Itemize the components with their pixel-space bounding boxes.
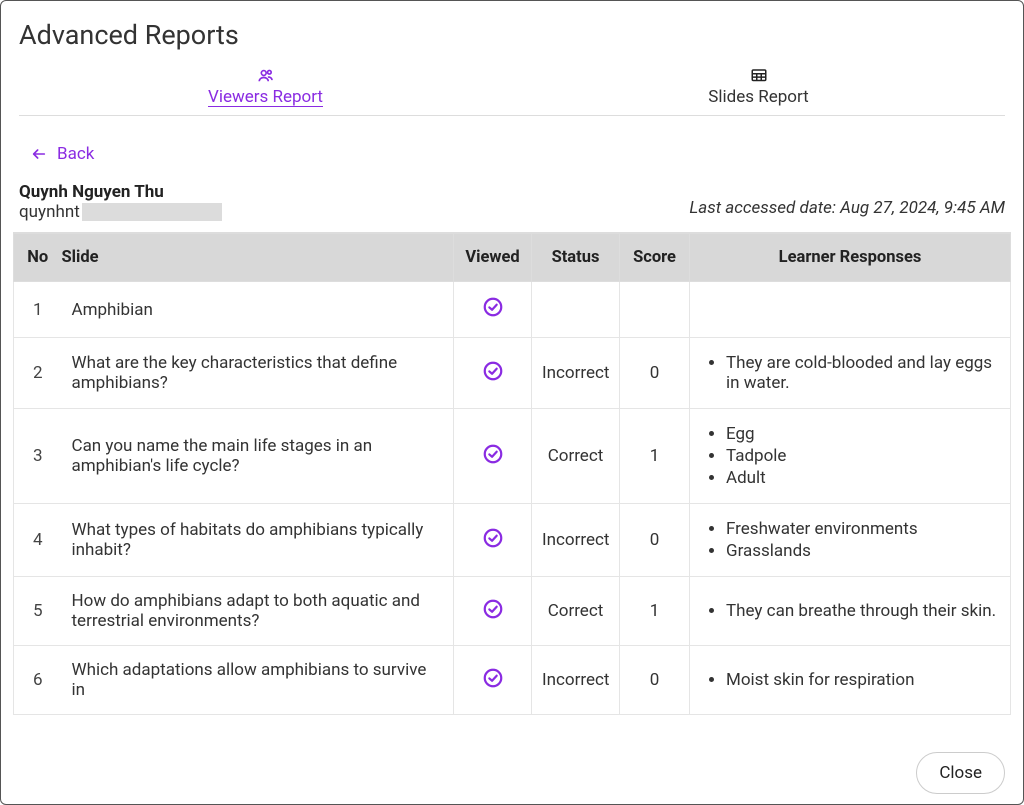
check-circle-icon: [482, 296, 504, 318]
table-row: 5How do amphibians adapt to both aquatic…: [14, 577, 1011, 646]
cell-responses: [690, 282, 1011, 338]
col-header-score: Score: [620, 234, 690, 282]
col-header-slide: Slide: [62, 234, 454, 282]
col-header-responses: Learner Responses: [690, 234, 1011, 282]
cell-score: 1: [620, 409, 690, 504]
report-table-scroll[interactable]: No Slide Viewed Status Score Learner Res…: [13, 232, 1011, 730]
table-row: 1Amphibian: [14, 282, 1011, 338]
cell-slide: Which adaptations allow amphibians to su…: [62, 646, 454, 715]
report-table: No Slide Viewed Status Score Learner Res…: [13, 233, 1011, 715]
cell-viewed: [454, 282, 532, 338]
cell-no: 4: [14, 504, 62, 577]
user-email-prefix: quynhnt: [19, 202, 80, 222]
cell-slide: Can you name the main life stages in an …: [62, 409, 454, 504]
cell-responses: Moist skin for respiration: [690, 646, 1011, 715]
cell-slide: What are the key characteristics that de…: [62, 338, 454, 409]
user-name: Quynh Nguyen Thu: [19, 182, 222, 202]
cell-score: 0: [620, 646, 690, 715]
cell-slide: Amphibian: [62, 282, 454, 338]
people-icon: [255, 67, 277, 85]
cell-no: 6: [14, 646, 62, 715]
cell-viewed: [454, 409, 532, 504]
col-header-no: No: [14, 234, 62, 282]
advanced-reports-dialog: Advanced Reports Viewers Report Slides R…: [0, 0, 1024, 805]
cell-responses: EggTadpoleAdult: [690, 409, 1011, 504]
cell-responses: They can breathe through their skin.: [690, 577, 1011, 646]
tab-label: Viewers Report: [208, 87, 323, 107]
cell-viewed: [454, 504, 532, 577]
cell-status: Correct: [532, 577, 620, 646]
response-item: They can breathe through their skin.: [726, 600, 1000, 622]
response-item: Freshwater environments: [726, 518, 1000, 540]
check-circle-icon: [482, 667, 504, 689]
cell-score: 0: [620, 338, 690, 409]
cell-score: 1: [620, 577, 690, 646]
response-item: Moist skin for respiration: [726, 669, 1000, 691]
user-email: quynhnt: [19, 202, 222, 222]
response-item: Adult: [726, 467, 1000, 489]
col-header-viewed: Viewed: [454, 234, 532, 282]
cell-viewed: [454, 338, 532, 409]
user-header: Quynh Nguyen Thu quynhnt Last accessed d…: [1, 172, 1023, 226]
cell-status: Correct: [532, 409, 620, 504]
cell-responses: Freshwater environmentsGrasslands: [690, 504, 1011, 577]
cell-slide: How do amphibians adapt to both aquatic …: [62, 577, 454, 646]
cell-score: 0: [620, 504, 690, 577]
cell-status: Incorrect: [532, 338, 620, 409]
response-item: Egg: [726, 423, 1000, 445]
cell-viewed: [454, 646, 532, 715]
cell-score: [620, 282, 690, 338]
check-circle-icon: [482, 598, 504, 620]
dialog-title: Advanced Reports: [1, 11, 1023, 63]
redacted-block: [82, 203, 222, 221]
response-item: They are cold-blooded and lay eggs in wa…: [726, 352, 1000, 394]
tab-label: Slides Report: [708, 87, 808, 107]
tabs: Viewers Report Slides Report: [19, 63, 1005, 116]
back-button[interactable]: Back: [31, 144, 94, 164]
table-row: 4What types of habitats do amphibians ty…: [14, 504, 1011, 577]
check-circle-icon: [482, 527, 504, 549]
table-icon: [748, 67, 770, 85]
cell-status: [532, 282, 620, 338]
cell-responses: They are cold-blooded and lay eggs in wa…: [690, 338, 1011, 409]
response-item: Tadpole: [726, 445, 1000, 467]
cell-no: 2: [14, 338, 62, 409]
arrow-left-icon: [31, 146, 47, 162]
last-accessed-date: Last accessed date: Aug 27, 2024, 9:45 A…: [689, 198, 1005, 222]
cell-no: 1: [14, 282, 62, 338]
table-row: 6Which adaptations allow amphibians to s…: [14, 646, 1011, 715]
cell-status: Incorrect: [532, 504, 620, 577]
table-row: 2What are the key characteristics that d…: [14, 338, 1011, 409]
cell-slide: What types of habitats do amphibians typ…: [62, 504, 454, 577]
cell-status: Incorrect: [532, 646, 620, 715]
cell-no: 3: [14, 409, 62, 504]
cell-no: 5: [14, 577, 62, 646]
cell-viewed: [454, 577, 532, 646]
check-circle-icon: [482, 360, 504, 382]
table-row: 3Can you name the main life stages in an…: [14, 409, 1011, 504]
close-button[interactable]: Close: [916, 752, 1005, 794]
tab-viewers-report[interactable]: Viewers Report: [19, 63, 512, 115]
tab-slides-report[interactable]: Slides Report: [512, 63, 1005, 115]
check-circle-icon: [482, 443, 504, 465]
back-label: Back: [57, 144, 94, 164]
response-item: Grasslands: [726, 540, 1000, 562]
col-header-status: Status: [532, 234, 620, 282]
